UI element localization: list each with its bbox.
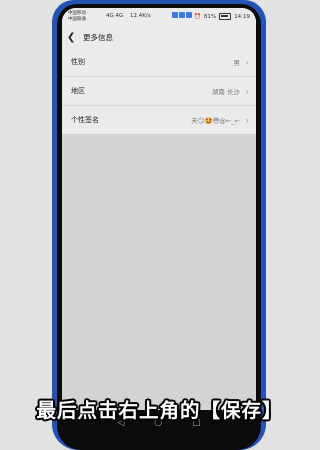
row-value: 男 xyxy=(233,59,241,67)
notification-icon xyxy=(186,12,192,18)
notification-icon xyxy=(179,12,185,18)
row-label: 地区 xyxy=(71,87,85,95)
chevron-right-icon: › xyxy=(245,57,249,67)
notification-icon xyxy=(172,12,178,18)
battery-percent: 81% xyxy=(203,13,217,20)
phone-screen: 中国移动 中国联通 4G 4G 12.4K/s ⏰ 81% 14:19 ❮ 更多… xyxy=(62,8,256,410)
network-indicator: 4G 4G xyxy=(106,13,124,19)
page-title: 更多信息 xyxy=(83,32,113,42)
row-label: 个性签名 xyxy=(71,116,99,124)
signature-row[interactable]: 个性签名 天😏🤩😳@←_← › xyxy=(62,105,256,134)
region-row[interactable]: 地区 湖南 长沙 › xyxy=(62,76,256,105)
back-arrow-icon[interactable]: ❮ xyxy=(67,32,79,43)
network-speed: 12.4K/s xyxy=(130,13,151,19)
clock: 14:19 xyxy=(234,13,250,20)
chevron-right-icon: › xyxy=(245,86,249,96)
row-value: 天😏🤩😳@←_← xyxy=(191,117,240,125)
notification-icons xyxy=(172,12,192,18)
battery-icon xyxy=(219,13,232,20)
carrier-label: 中国移动 中国联通 xyxy=(68,11,86,22)
chevron-right-icon: › xyxy=(245,115,249,125)
status-bar: 中国移动 中国联通 4G 4G 12.4K/s ⏰ 81% 14:19 xyxy=(62,8,256,26)
alarm-icon: ⏰ xyxy=(194,13,201,20)
top-app-bar: ❮ 更多信息 xyxy=(62,26,256,48)
row-label: 性别 xyxy=(71,58,85,66)
status-right: ⏰ 81% 14:19 xyxy=(194,13,250,20)
instruction-caption: 最后点击右上角的【保存】 xyxy=(36,399,283,422)
row-value: 湖南 长沙 xyxy=(211,88,240,96)
gender-row[interactable]: 性别 男 › xyxy=(62,48,256,76)
info-list: 性别 男 › 地区 湖南 长沙 › 个性签名 天😏🤩😳@←_← › xyxy=(62,48,256,134)
